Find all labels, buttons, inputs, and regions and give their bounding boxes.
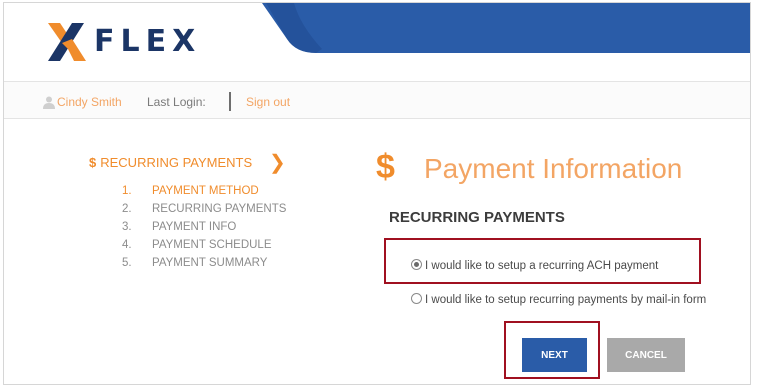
chevron-right-icon: ❯ [269, 152, 286, 174]
step-number: 5. [122, 257, 132, 269]
flex-logo-mark-icon [48, 23, 86, 61]
radio-selected-icon[interactable] [411, 259, 422, 270]
step-number: 1. [122, 185, 132, 197]
step-label: PAYMENT SCHEDULE [152, 239, 272, 251]
option-label: I would like to setup a recurring ACH pa… [425, 260, 659, 272]
step-label: PAYMENT INFO [152, 221, 237, 233]
user-bar: Cindy Smith Last Login: Sign out [4, 81, 750, 119]
sidebar-heading[interactable]: $ RECURRING PAYMENTS ❯ [89, 152, 286, 175]
step-number: 3. [122, 221, 132, 233]
step-item-payment-summary[interactable]: 5. PAYMENT SUMMARY [122, 257, 286, 275]
last-login-label: Last Login: [147, 95, 206, 109]
step-list: 1. PAYMENT METHOD 2. RECURRING PAYMENTS 3.… [122, 185, 286, 275]
step-number: 2. [122, 203, 132, 215]
sign-out-link[interactable]: Sign out [246, 95, 290, 109]
option-mail-in-form[interactable]: I would like to setup recurring payments… [411, 293, 706, 306]
step-item-payment-method[interactable]: 1. PAYMENT METHOD [122, 185, 286, 203]
option-label: I would like to setup recurring payments… [425, 294, 707, 306]
user-name: Cindy Smith [57, 95, 122, 109]
step-item-payment-schedule[interactable]: 4. PAYMENT SCHEDULE [122, 239, 286, 257]
step-item-payment-info[interactable]: 3. PAYMENT INFO [122, 221, 286, 239]
header: FLEX [4, 3, 750, 81]
flex-logo[interactable]: FLEX [44, 21, 224, 63]
step-number: 4. [122, 239, 132, 251]
step-label: PAYMENT SUMMARY [152, 257, 268, 269]
dollar-icon: $ [89, 155, 97, 170]
radio-unselected-icon[interactable] [411, 293, 422, 304]
user-icon [43, 96, 55, 109]
user-bar-divider [229, 92, 231, 111]
page-frame: FLEX Cindy Smith Last Login: Sign out $ R… [3, 2, 751, 385]
cancel-button[interactable]: CANCEL [607, 338, 685, 372]
dollar-title-icon: $ [376, 148, 395, 186]
step-label: RECURRING PAYMENTS [152, 203, 287, 215]
step-label: PAYMENT METHOD [152, 185, 259, 197]
section-title: RECURRING PAYMENTS [389, 209, 565, 226]
sidebar-heading-label: RECURRING PAYMENTS [100, 155, 253, 170]
logo-text: FLEX [94, 24, 202, 59]
next-button[interactable]: NEXT [522, 338, 587, 372]
page-title: Payment Information [424, 153, 683, 184]
option-recurring-ach[interactable]: I would like to setup a recurring ACH pa… [411, 259, 658, 272]
step-item-recurring-payments[interactable]: 2. RECURRING PAYMENTS [122, 203, 286, 221]
